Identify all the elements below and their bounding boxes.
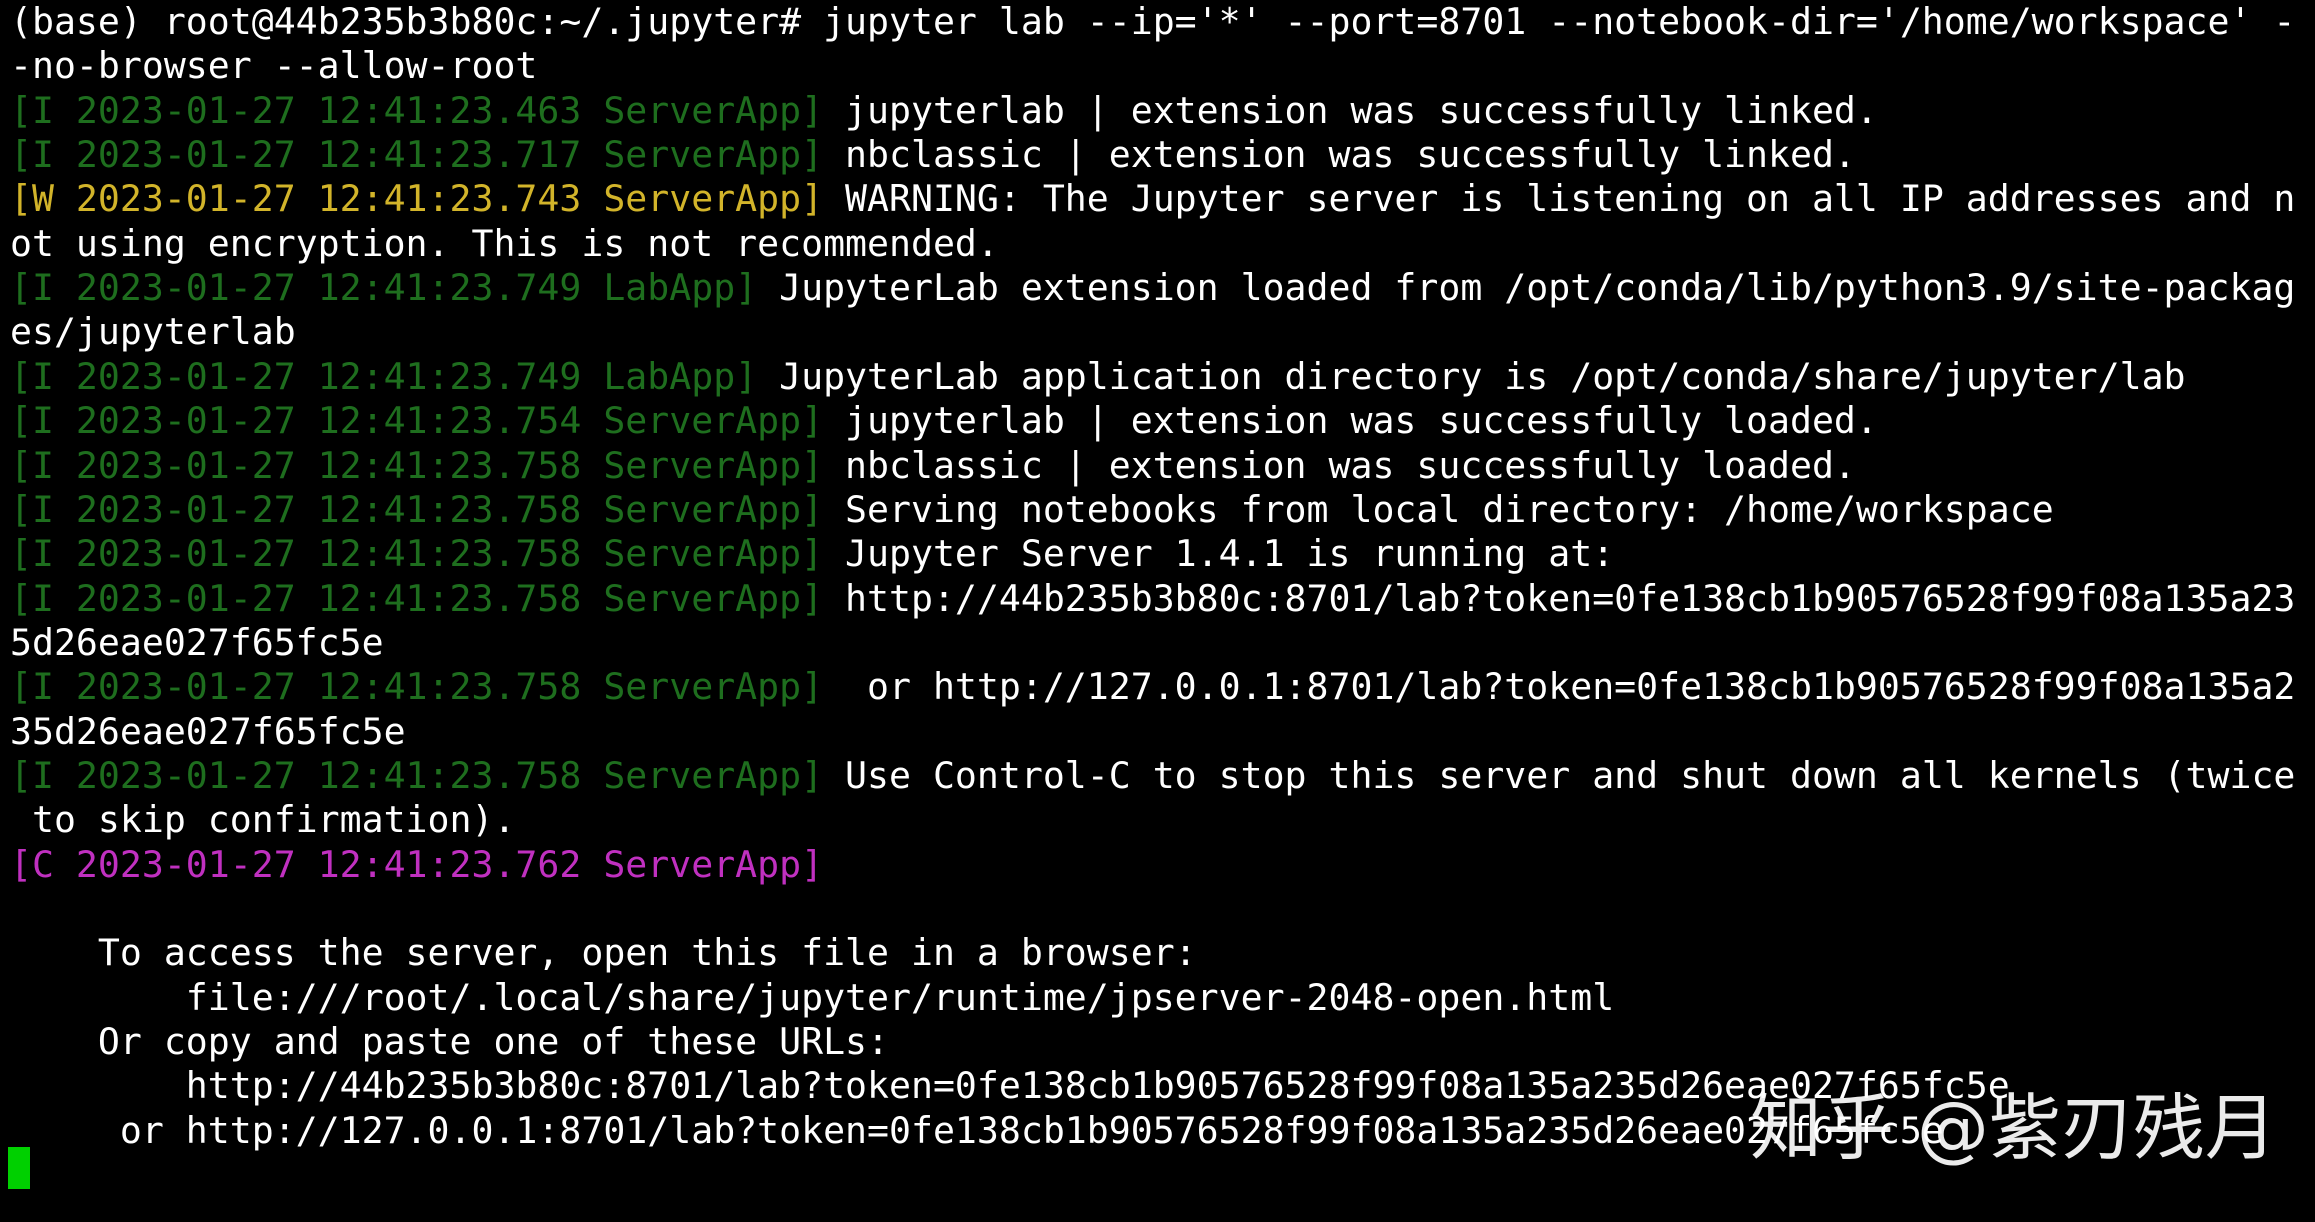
terminal-line: [I 2023-01-27 12:41:23.758 ServerApp] Se… (10, 488, 2054, 532)
log-message: JupyterLab extension loaded from /opt/co… (757, 266, 2296, 310)
terminal-line: ot using encryption. This is not recomme… (10, 222, 999, 266)
terminal-line: -no-browser --allow-root (10, 44, 537, 88)
line-text: http://44b235b3b80c:8701/lab?token=0fe13… (10, 1064, 2010, 1108)
line-text: (base) root@44b235b3b80c:~/.jupyter# jup… (10, 0, 2296, 43)
terminal-line: file:///root/.local/share/jupyter/runtim… (10, 976, 1614, 1020)
log-message: Serving notebooks from local directory: … (823, 487, 2054, 531)
log-tag: [I 2023-01-27 12:41:23.749 LabApp] (10, 266, 758, 310)
terminal-line: [I 2023-01-27 12:41:23.758 ServerApp] Ju… (10, 532, 1614, 576)
log-tag: [C 2023-01-27 12:41:23.762 ServerApp] (10, 842, 824, 886)
terminal-line: [I 2023-01-27 12:41:23.463 ServerApp] ju… (10, 89, 1878, 133)
terminal-line: [I 2023-01-27 12:41:23.749 LabApp] Jupyt… (10, 266, 2295, 310)
log-tag: [I 2023-01-27 12:41:23.717 ServerApp] (10, 133, 824, 177)
log-tag: [I 2023-01-27 12:41:23.758 ServerApp] (10, 532, 824, 576)
terminal-window[interactable]: (base) root@44b235b3b80c:~/.jupyter# jup… (0, 0, 2315, 1222)
terminal-line: or http://127.0.0.1:8701/lab?token=0fe13… (10, 1109, 1944, 1153)
line-text: To access the server, open this file in … (10, 931, 1197, 975)
line-text: or http://127.0.0.1:8701/lab?token=0fe13… (10, 1108, 1944, 1152)
terminal-line: To access the server, open this file in … (10, 931, 1197, 975)
line-text: es/jupyterlab (10, 310, 296, 354)
line-text: 5d26eae027f65fc5e (10, 620, 384, 664)
log-message: nbclassic | extension was successfully l… (823, 133, 1856, 177)
log-tag: [W 2023-01-27 12:41:23.743 ServerApp] (10, 177, 824, 221)
log-message: nbclassic | extension was successfully l… (823, 443, 1856, 487)
line-text: 35d26eae027f65fc5e (10, 709, 406, 753)
log-tag: [I 2023-01-27 12:41:23.758 ServerApp] (10, 576, 824, 620)
terminal-line: es/jupyterlab (10, 310, 296, 354)
terminal-line: [I 2023-01-27 12:41:23.758 ServerApp] ht… (10, 577, 2295, 621)
log-message: Use Control-C to stop this server and sh… (823, 753, 2296, 797)
line-text: file:///root/.local/share/jupyter/runtim… (10, 975, 1615, 1019)
terminal-line: http://44b235b3b80c:8701/lab?token=0fe13… (10, 1064, 2010, 1108)
line-text: -no-browser --allow-root (10, 44, 538, 88)
terminal-line: [I 2023-01-27 12:41:23.758 ServerApp] or… (10, 665, 2295, 709)
log-message: jupyterlab | extension was successfully … (823, 88, 1878, 132)
terminal-line: [I 2023-01-27 12:41:23.758 ServerApp] Us… (10, 754, 2295, 798)
line-text: ot using encryption. This is not recomme… (10, 221, 999, 265)
log-tag: [I 2023-01-27 12:41:23.758 ServerApp] (10, 665, 824, 709)
log-message: http://44b235b3b80c:8701/lab?token=0fe13… (823, 576, 2296, 620)
terminal-line: [I 2023-01-27 12:41:23.758 ServerApp] nb… (10, 444, 1856, 488)
line-text: to skip confirmation). (10, 798, 516, 842)
log-tag: [I 2023-01-27 12:41:23.749 LabApp] (10, 354, 758, 398)
terminal-line: (base) root@44b235b3b80c:~/.jupyter# jup… (10, 0, 2295, 44)
terminal-line: [I 2023-01-27 12:41:23.754 ServerApp] ju… (10, 399, 1878, 443)
log-tag: [I 2023-01-27 12:41:23.758 ServerApp] (10, 443, 824, 487)
terminal-line: 35d26eae027f65fc5e (10, 710, 406, 754)
log-tag: [I 2023-01-27 12:41:23.758 ServerApp] (10, 487, 824, 531)
log-tag: [I 2023-01-27 12:41:23.463 ServerApp] (10, 88, 824, 132)
terminal-line: to skip confirmation). (10, 798, 515, 842)
log-message: jupyterlab | extension was successfully … (823, 399, 1878, 443)
terminal-line: [W 2023-01-27 12:41:23.743 ServerApp] WA… (10, 177, 2295, 221)
terminal-line: 5d26eae027f65fc5e (10, 621, 384, 665)
terminal-cursor (8, 1147, 30, 1189)
terminal-line: [I 2023-01-27 12:41:23.717 ServerApp] nb… (10, 133, 1856, 177)
watermark: 知乎 @紫刃残月 (1750, 1086, 2277, 1170)
log-message: JupyterLab application directory is /opt… (757, 354, 2186, 398)
log-message: Jupyter Server 1.4.1 is running at: (823, 532, 1615, 576)
terminal-line: [C 2023-01-27 12:41:23.762 ServerApp] (10, 843, 823, 887)
line-text: Or copy and paste one of these URLs: (10, 1020, 889, 1064)
log-message: WARNING: The Jupyter server is listening… (823, 177, 2296, 221)
log-tag: [I 2023-01-27 12:41:23.754 ServerApp] (10, 399, 824, 443)
log-message: or http://127.0.0.1:8701/lab?token=0fe13… (823, 665, 2296, 709)
log-tag: [I 2023-01-27 12:41:23.758 ServerApp] (10, 753, 824, 797)
terminal-line: [I 2023-01-27 12:41:23.749 LabApp] Jupyt… (10, 355, 2186, 399)
terminal-line: Or copy and paste one of these URLs: (10, 1020, 889, 1064)
